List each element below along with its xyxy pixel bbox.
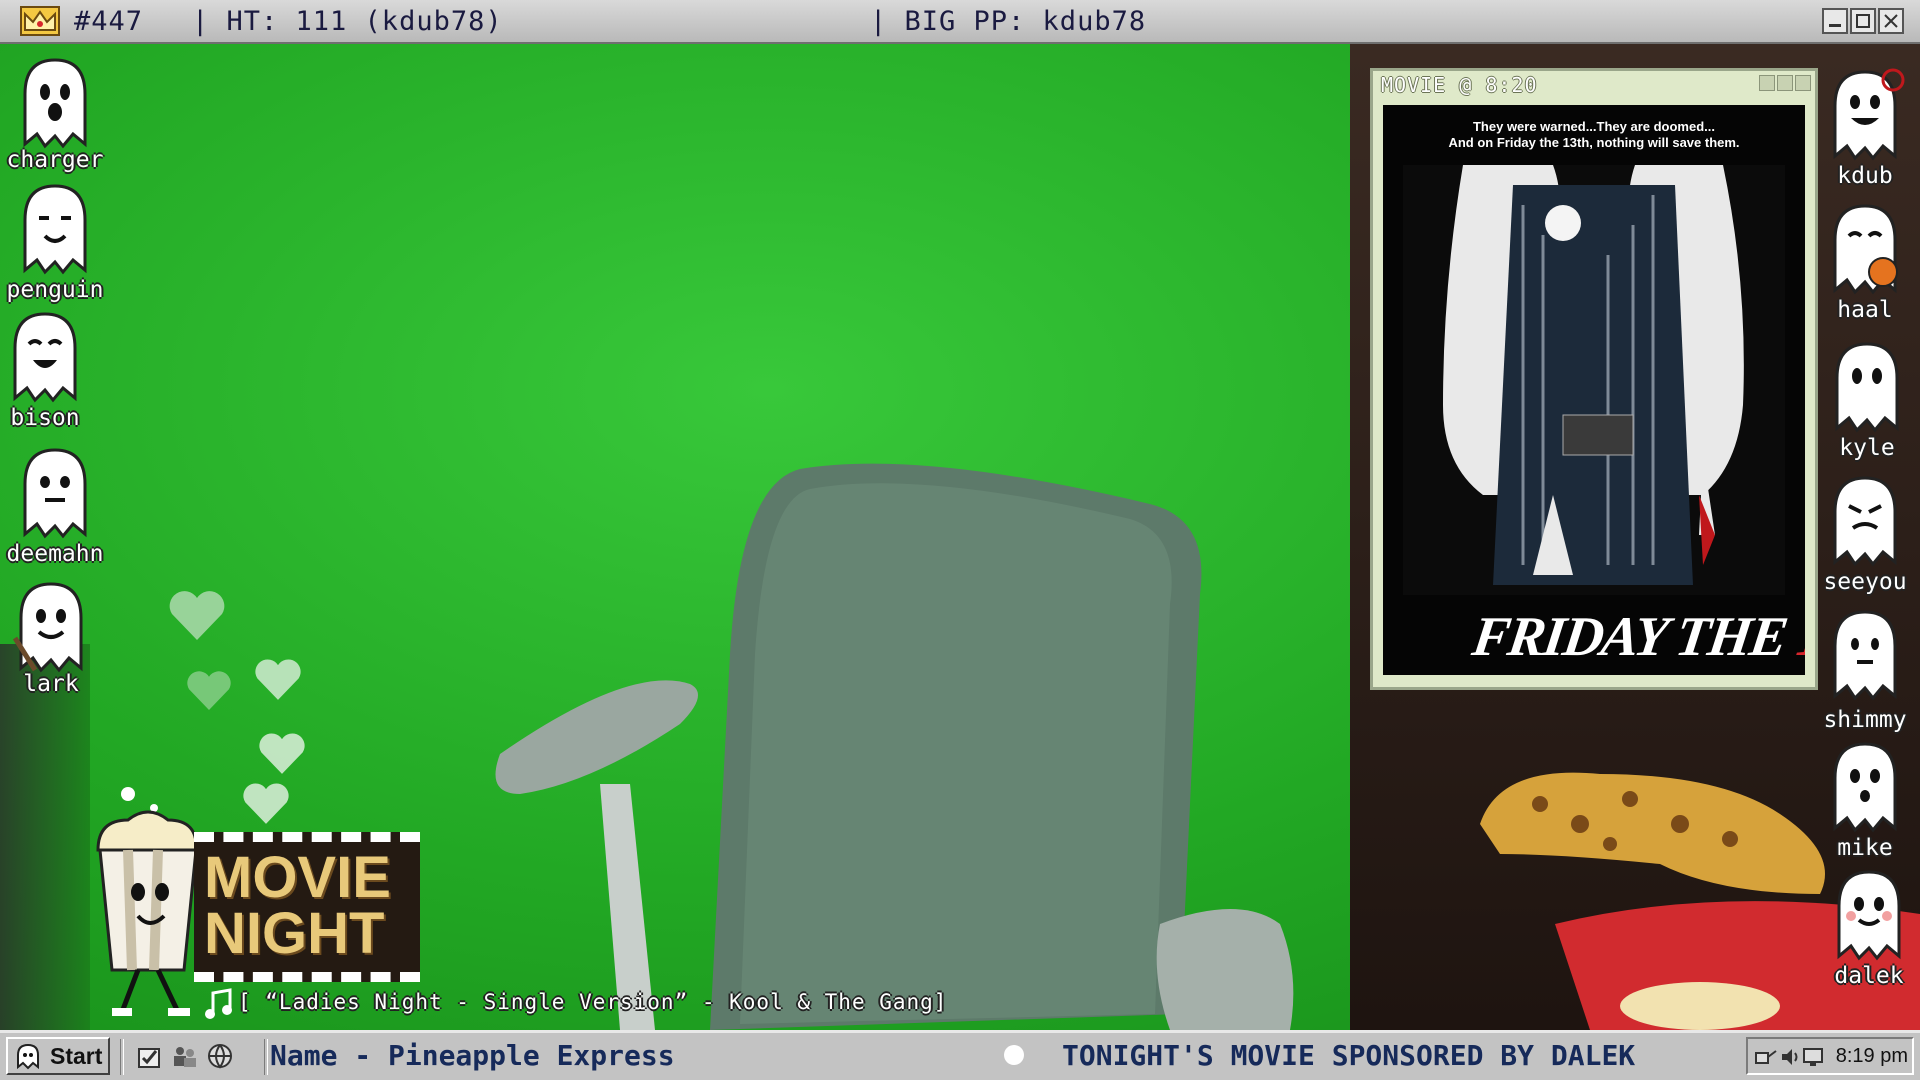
ticker-dot <box>1004 1045 1024 1065</box>
ghost-name: mike <box>1837 835 1893 861</box>
movie-close-button[interactable] <box>1795 75 1811 91</box>
tray-clock: 8:19 pm <box>1835 1045 1908 1067</box>
start-label: Start <box>50 1043 103 1069</box>
system-tray: 8:19 pm <box>1746 1037 1914 1075</box>
tray-volume-icon[interactable] <box>1780 1045 1800 1069</box>
viewer-ghost[interactable]: kyle <box>1812 334 1920 460</box>
taskbar-separator <box>264 1039 268 1075</box>
ghost-name: shimmy <box>1823 707 1907 733</box>
checklist-icon[interactable] <box>136 1043 164 1069</box>
ghost-icon <box>23 58 87 149</box>
viewer-ghost[interactable]: deemahn <box>0 440 110 566</box>
movie-night-board: MOVIE NIGHT <box>194 832 420 982</box>
taskbar: Start Name - Pineapple Express TONIGHT'S… <box>0 1030 1920 1080</box>
ghost-icon <box>13 312 77 403</box>
movie-window-title: MOVIE @ 8:20 <box>1381 73 1538 97</box>
big-pp-label: | BIG PP: kdub78 <box>870 6 1147 37</box>
poster-tagline: They were warned...They are doomed... An… <box>1383 119 1805 151</box>
music-note-icon <box>205 988 232 1019</box>
ghost-name: haal <box>1837 297 1893 323</box>
start-logo-icon <box>17 1043 39 1070</box>
ghost-icon <box>1835 342 1899 433</box>
close-button[interactable] <box>1878 8 1904 34</box>
ghost-icon <box>23 448 87 539</box>
ghost-icon <box>1833 476 1897 567</box>
viewer-ghost[interactable]: charger <box>0 54 110 172</box>
viewer-ghost[interactable]: mike <box>1810 734 1920 860</box>
ticker-left: Name - Pineapple Express <box>270 1039 675 1072</box>
hype-train-label: | HT: 111 (kdub78) <box>192 6 503 37</box>
viewer-ghost[interactable]: haal <box>1810 196 1920 322</box>
minimize-icon <box>1829 24 1841 27</box>
viewer-ghost[interactable]: bison <box>0 304 100 430</box>
ghost-name: dalek <box>1834 963 1904 989</box>
poster-title-main: FRIDAY THE <box>1468 606 1802 668</box>
room-background-left <box>0 644 90 1030</box>
ticker-sponsor: TONIGHT'S MOVIE SPONSORED BY DALEK <box>1062 1039 1636 1072</box>
movie-window[interactable]: MOVIE @ 8:20 They were warned...They are… <box>1370 68 1818 690</box>
viewer-ghost[interactable]: shimmy <box>1810 598 1920 732</box>
now-playing-text: [ “Ladies Night - Single Version” - Kool… <box>238 990 948 1014</box>
movie-poster: They were warned...They are doomed... An… <box>1383 105 1805 675</box>
poster-tagline-2: And on Friday the 13th, nothing will sav… <box>1448 135 1740 150</box>
taskbar-separator <box>120 1039 124 1075</box>
movie-minimize-button[interactable] <box>1759 75 1775 91</box>
poster-title: FRIDAY THE 13TH <box>1469 605 1805 669</box>
viewer-ghost[interactable]: dalek <box>1814 862 1920 988</box>
ghost-name: lark <box>23 671 79 697</box>
ghost-name: kyle <box>1839 435 1895 461</box>
ghost-name: penguin <box>6 277 104 303</box>
tray-display-icon[interactable] <box>1802 1045 1824 1069</box>
ghost-name: kdub <box>1837 163 1893 189</box>
ghost-icon <box>1833 68 1905 161</box>
maximize-icon <box>1856 14 1870 28</box>
tray-network-icon[interactable] <box>1754 1045 1778 1069</box>
rank-label: #447 <box>74 6 144 37</box>
viewer-ghost[interactable]: kdub <box>1810 62 1920 188</box>
popcorn-mascot-icon <box>96 787 198 1016</box>
minimize-button[interactable] <box>1822 8 1848 34</box>
poster-artwork <box>1403 165 1785 595</box>
crown-icon <box>20 6 60 36</box>
start-button[interactable]: Start <box>6 1037 110 1075</box>
viewer-ghost[interactable]: seeyou <box>1810 468 1920 594</box>
browser-icon[interactable] <box>206 1043 234 1069</box>
heart-icon <box>255 659 301 700</box>
movie-night-logo: MOVIE NIGHT <box>88 780 428 1020</box>
close-icon <box>1884 14 1898 28</box>
ghost-icon <box>12 582 83 673</box>
viewer-ghost[interactable]: penguin <box>0 176 110 302</box>
ghost-name: charger <box>6 147 104 173</box>
ghost-name: seeyou <box>1823 569 1907 595</box>
heart-icon <box>187 671 231 711</box>
ghost-name: bison <box>10 405 80 431</box>
heart-icon <box>259 733 305 774</box>
stream-title-bar: #447 | HT: 111 (kdub78) | BIG PP: kdub78 <box>0 0 1920 44</box>
maximize-button[interactable] <box>1850 8 1876 34</box>
ghost-icon <box>1833 742 1897 833</box>
people-icon[interactable] <box>170 1043 198 1069</box>
office-chair <box>495 463 1294 1030</box>
ghost-icon <box>1837 870 1901 961</box>
viewer-ghost[interactable]: lark <box>0 578 106 696</box>
heart-icon <box>169 591 225 640</box>
ghost-icon <box>1833 610 1897 701</box>
ghost-name: deemahn <box>6 541 104 567</box>
movie-night-line1: MOVIE <box>204 845 391 910</box>
ghost-icon <box>23 184 87 275</box>
ghost-icon <box>1833 204 1898 295</box>
movie-night-line2: NIGHT <box>204 901 385 966</box>
poster-tagline-1: They were warned...They are doomed... <box>1472 119 1716 134</box>
movie-night-text: MOVIE NIGHT <box>204 845 414 966</box>
movie-maximize-button[interactable] <box>1777 75 1793 91</box>
